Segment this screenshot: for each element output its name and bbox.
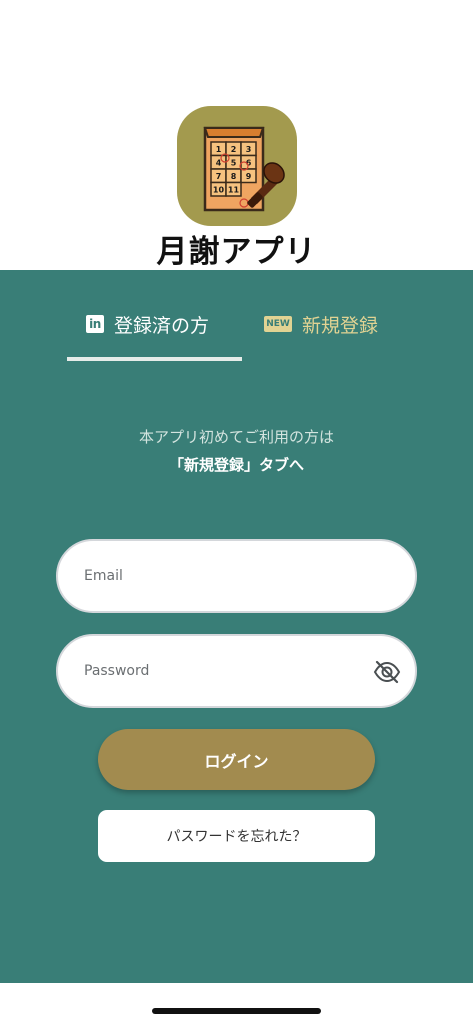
login-screen: 1 2 3 4 5 6 7 8 9 10 11 月謝アプリ in 登録済の方 NEW 新規登録 本ア… [0, 0, 473, 1024]
linkedin-icon: in [86, 315, 104, 333]
login-button[interactable]: ログイン [98, 729, 375, 790]
home-indicator [152, 1008, 321, 1014]
login-panel: in 登録済の方 NEW 新規登録 本アプリ初めてご利用の方は 「新規登録」タブ… [0, 270, 473, 983]
eye-off-icon[interactable] [373, 660, 401, 684]
tab-registered-users-label: 登録済の方 [114, 314, 210, 337]
new-badge-icon: NEW [264, 316, 292, 332]
email-input[interactable] [84, 541, 364, 611]
calendar-number: 8 [231, 172, 237, 181]
active-tab-indicator [67, 357, 242, 361]
tab-new-registration[interactable]: NEW 新規登録 [264, 308, 378, 340]
calendar-number: 2 [231, 145, 237, 154]
calendar-number: 5 [231, 158, 237, 167]
calendar-number: 3 [246, 145, 252, 154]
forgot-password-button[interactable]: パスワードを忘れた？ [98, 810, 375, 862]
tab-registered-users[interactable]: in 登録済の方 [86, 308, 209, 340]
calendar-number: 1 [216, 145, 222, 154]
app-title: 月謝アプリ [156, 234, 317, 270]
calendar-number: 11 [228, 185, 240, 194]
app-logo-icon: 1 2 3 4 5 6 7 8 9 10 11 [177, 106, 297, 226]
info-text-first-time: 本アプリ初めてご利用の方は [138, 428, 334, 446]
email-field-container [56, 539, 417, 613]
calendar-number: 7 [216, 172, 222, 181]
tab-new-registration-label: 新規登録 [302, 314, 379, 337]
info-text-register-tab: 「新規登録」タブへ [168, 456, 304, 474]
password-input[interactable] [84, 636, 364, 706]
calendar-number: 10 [213, 185, 225, 194]
calendar-number: 9 [246, 172, 252, 181]
password-field-container [56, 634, 417, 708]
